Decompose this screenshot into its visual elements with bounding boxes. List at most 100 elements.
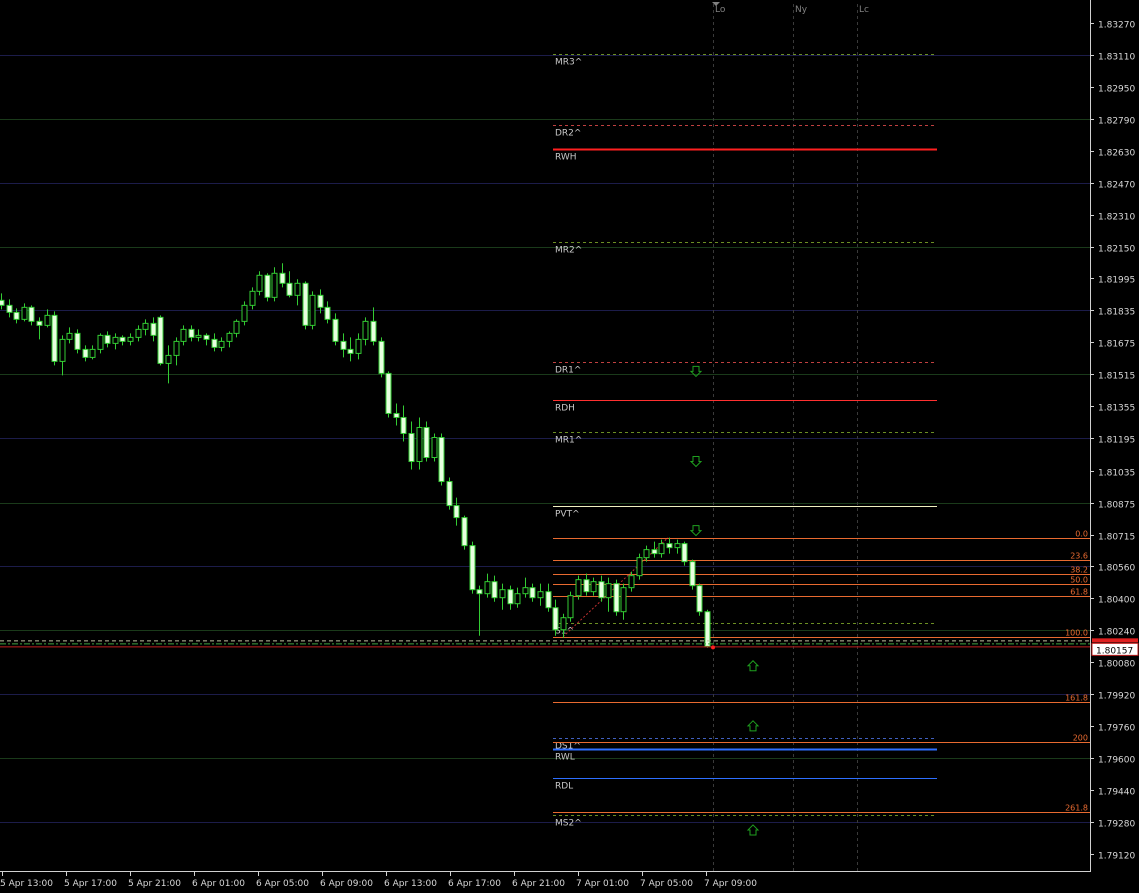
level-label: PVT^	[555, 510, 580, 520]
candle-body	[324, 306, 331, 320]
candle-body	[636, 557, 643, 577]
y-tick-label: 1.80715	[1098, 533, 1135, 543]
candle-body	[66, 332, 73, 340]
candle-body	[74, 332, 81, 350]
candle-body	[317, 294, 324, 308]
y-tick-label: 1.79600	[1098, 756, 1135, 766]
candle-body	[590, 581, 597, 593]
candle-body	[416, 426, 423, 463]
candle-body	[21, 306, 28, 320]
candle-body	[13, 311, 20, 320]
candle-body	[173, 340, 180, 356]
level-label: RWL	[555, 753, 575, 763]
candle-body	[355, 338, 362, 354]
candle-body	[119, 336, 126, 342]
level-label: DR1^	[555, 366, 581, 376]
candle-body	[499, 589, 506, 599]
candle-body	[165, 354, 172, 364]
y-tick-label: 1.82310	[1098, 213, 1135, 223]
fib-label: 23.6	[1070, 552, 1088, 561]
x-tick-label: 7 Apr 09:00	[704, 879, 757, 889]
candle-body	[332, 318, 339, 342]
fib-label: 61.8	[1070, 588, 1088, 597]
y-tick-label: 1.81515	[1098, 372, 1135, 382]
candle-body	[446, 481, 453, 507]
y-tick-label: 1.79440	[1098, 788, 1135, 798]
fib-label: 161.8	[1065, 694, 1088, 703]
candle-body	[537, 591, 544, 599]
current-price-tag: 1.80157	[1091, 638, 1139, 656]
level-label: MR3^	[555, 58, 582, 68]
candle-body	[89, 348, 96, 358]
candle-body	[400, 416, 407, 434]
candle-body	[362, 320, 369, 340]
y-tick-label: 1.79760	[1098, 724, 1135, 734]
fib-label: 100.0	[1065, 629, 1088, 638]
candle-body	[598, 581, 605, 599]
y-tick-label: 1.83110	[1098, 53, 1135, 63]
price-tag-top	[1092, 638, 1138, 643]
y-tick-label: 1.82630	[1098, 149, 1135, 159]
candle-body	[264, 274, 271, 298]
candle-body	[51, 314, 58, 362]
candle-body	[696, 585, 703, 613]
candle-body	[28, 306, 35, 322]
candle-body	[453, 505, 460, 519]
candle-body	[347, 348, 354, 354]
candle-body	[188, 328, 195, 338]
price-tag-label: 1.80157	[1096, 646, 1133, 656]
candle-body	[44, 314, 51, 326]
y-tick-label: 1.82790	[1098, 117, 1135, 127]
candle-body	[689, 561, 696, 587]
candle-body	[104, 334, 111, 344]
y-tick-label: 1.79920	[1098, 692, 1135, 702]
candle-body	[203, 334, 210, 340]
candle-body	[666, 543, 673, 549]
x-tick-label: 6 Apr 21:00	[512, 879, 565, 889]
x-tick-label: 6 Apr 17:00	[448, 879, 501, 889]
candle-body	[545, 591, 552, 609]
candle-body	[241, 304, 248, 322]
candle-body	[438, 436, 445, 483]
level-label: MR2^	[555, 246, 582, 256]
candle-body	[180, 328, 187, 342]
y-tick-label: 1.79120	[1098, 852, 1135, 862]
candle-body	[514, 593, 521, 605]
candle-body	[195, 334, 202, 338]
candle-body	[59, 338, 66, 362]
y-tick-label: 1.81995	[1098, 276, 1135, 286]
fib-label: 0.0	[1075, 530, 1088, 539]
candle-body	[6, 304, 13, 313]
candle-body	[605, 583, 612, 599]
x-tick-label: 6 Apr 13:00	[384, 879, 437, 889]
y-tick-label: 1.82950	[1098, 85, 1135, 95]
candle-body	[340, 340, 347, 350]
candle-body	[529, 587, 536, 599]
fib-label: 38.2	[1070, 566, 1088, 575]
last-price-dot	[711, 645, 715, 650]
candle-body	[370, 320, 377, 342]
y-tick-label: 1.81675	[1098, 340, 1135, 350]
candle-body	[279, 272, 286, 284]
candle-body	[658, 543, 665, 555]
candle-body	[142, 322, 149, 330]
candle-body	[127, 336, 134, 342]
level-label: DR2^	[555, 129, 581, 139]
level-label: MS2^	[555, 819, 582, 829]
level-label: RDH	[555, 404, 575, 414]
session-label: Lo	[715, 5, 726, 15]
candle-body	[97, 334, 104, 350]
candle-body	[226, 332, 233, 342]
fib-label: 50.0	[1070, 576, 1088, 585]
x-tick-label: 5 Apr 17:00	[64, 879, 117, 889]
candle-body	[393, 412, 400, 418]
candle-body	[423, 426, 430, 459]
candle-body	[0, 299, 5, 306]
candle-body	[476, 589, 483, 595]
candle-body	[112, 336, 119, 344]
x-tick-label: 6 Apr 05:00	[256, 879, 309, 889]
candle-body	[150, 322, 157, 336]
y-tick-label: 1.80240	[1098, 628, 1135, 638]
price-chart[interactable]: Lo Ny Lc MR3^DR2^RWHMR2^DR1^RDHMR1^PVT^S1^…	[0, 0, 1139, 893]
candle-body	[681, 543, 688, 563]
